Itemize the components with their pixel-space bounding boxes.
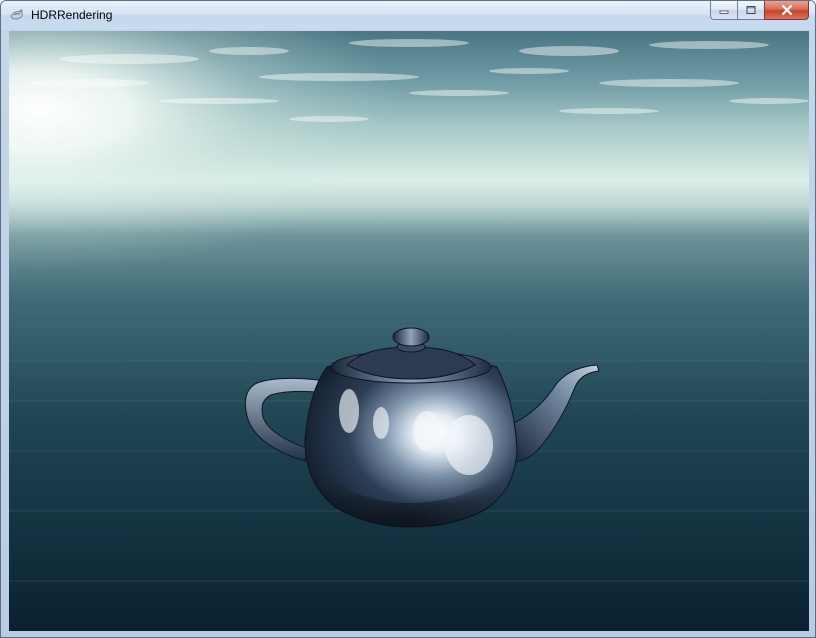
- application-window: HDRRendering: [0, 0, 816, 638]
- maximize-icon: [746, 6, 756, 14]
- minimize-button[interactable]: [710, 1, 737, 20]
- teapot-knob: [392, 327, 430, 347]
- render-viewport[interactable]: [9, 31, 809, 631]
- close-icon: [781, 4, 792, 16]
- window-title: HDRRendering: [31, 8, 113, 22]
- hdr-scene: [9, 31, 809, 631]
- title-bar[interactable]: HDRRendering: [1, 1, 815, 29]
- close-button[interactable]: [764, 1, 809, 20]
- app-icon[interactable]: [9, 7, 25, 23]
- maximize-button[interactable]: [737, 1, 764, 20]
- minimize-icon: [719, 10, 729, 14]
- caption-buttons: [710, 1, 809, 21]
